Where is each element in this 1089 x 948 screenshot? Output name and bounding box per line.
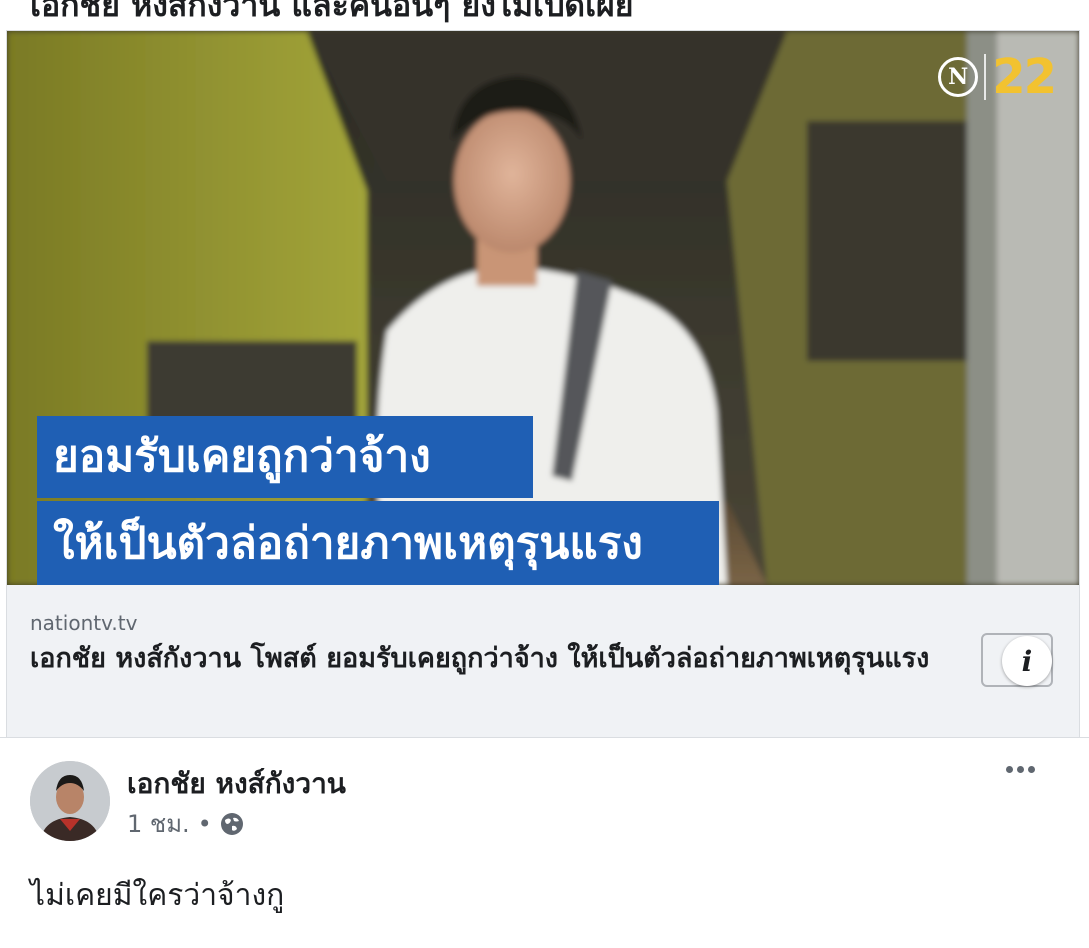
info-button[interactable]: i — [981, 633, 1053, 687]
meta-separator: • — [197, 809, 212, 838]
comment-text: ไม่เคยมีใครว่าจ้างกู — [30, 878, 285, 913]
truncated-post-header: เอกชัย หงส์กังวาน และคนอื่นๆ ยังไม่เปิดเ… — [0, 0, 1089, 30]
nation-channel-number: 22 — [992, 49, 1057, 105]
caption-line-1: ยอมรับเคยถูกว่าจ้าง — [37, 416, 533, 498]
more-dot — [1028, 766, 1035, 773]
truncated-header-text: เอกชัย หงส์กังวาน และคนอื่นๆ ยังไม่เปิดเ… — [30, 0, 634, 24]
avatar-photo — [30, 761, 110, 841]
more-dot — [1006, 766, 1013, 773]
comment-time[interactable]: 1 ชม. — [127, 804, 190, 843]
info-icon[interactable]: i — [1002, 636, 1052, 686]
more-options-icon[interactable] — [1006, 766, 1035, 773]
link-preview-card[interactable]: N 22 ยอมรับเคยถูกว่าจ้าง ให้เป็นตัวล่อถ่… — [6, 30, 1080, 738]
comment-meta: 1 ชม. • — [127, 804, 244, 843]
caption-line-2: ให้เป็นตัวล่อถ่ายภาพเหตุรุนแรง — [37, 501, 719, 585]
comment-author[interactable]: เอกชัย หงส์กังวาน — [127, 762, 346, 806]
avatar[interactable] — [30, 761, 110, 841]
link-preview-meta[interactable]: nationtv.tv เอกชัย หงส์กังวาน โพสต์ ยอมร… — [7, 585, 1079, 738]
link-headline[interactable]: เอกชัย หงส์กังวาน โพสต์ ยอมรับเคยถูกว่าจ… — [30, 641, 930, 677]
preview-image[interactable]: N 22 ยอมรับเคยถูกว่าจ้าง ให้เป็นตัวล่อถ่… — [7, 31, 1079, 585]
nation-logo-icon: N 22 — [938, 49, 1057, 105]
nation-logo-letter: N — [938, 57, 979, 97]
comment: เอกชัย หงส์กังวาน 1 ชม. • ไม่เคยมีใครว่า… — [0, 738, 1089, 948]
more-dot — [1017, 766, 1024, 773]
link-domain: nationtv.tv — [30, 611, 138, 635]
logo-divider — [984, 54, 987, 100]
globe-icon[interactable] — [220, 812, 244, 836]
facebook-post: เอกชัย หงส์กังวาน และคนอื่นๆ ยังไม่เปิดเ… — [0, 0, 1089, 948]
